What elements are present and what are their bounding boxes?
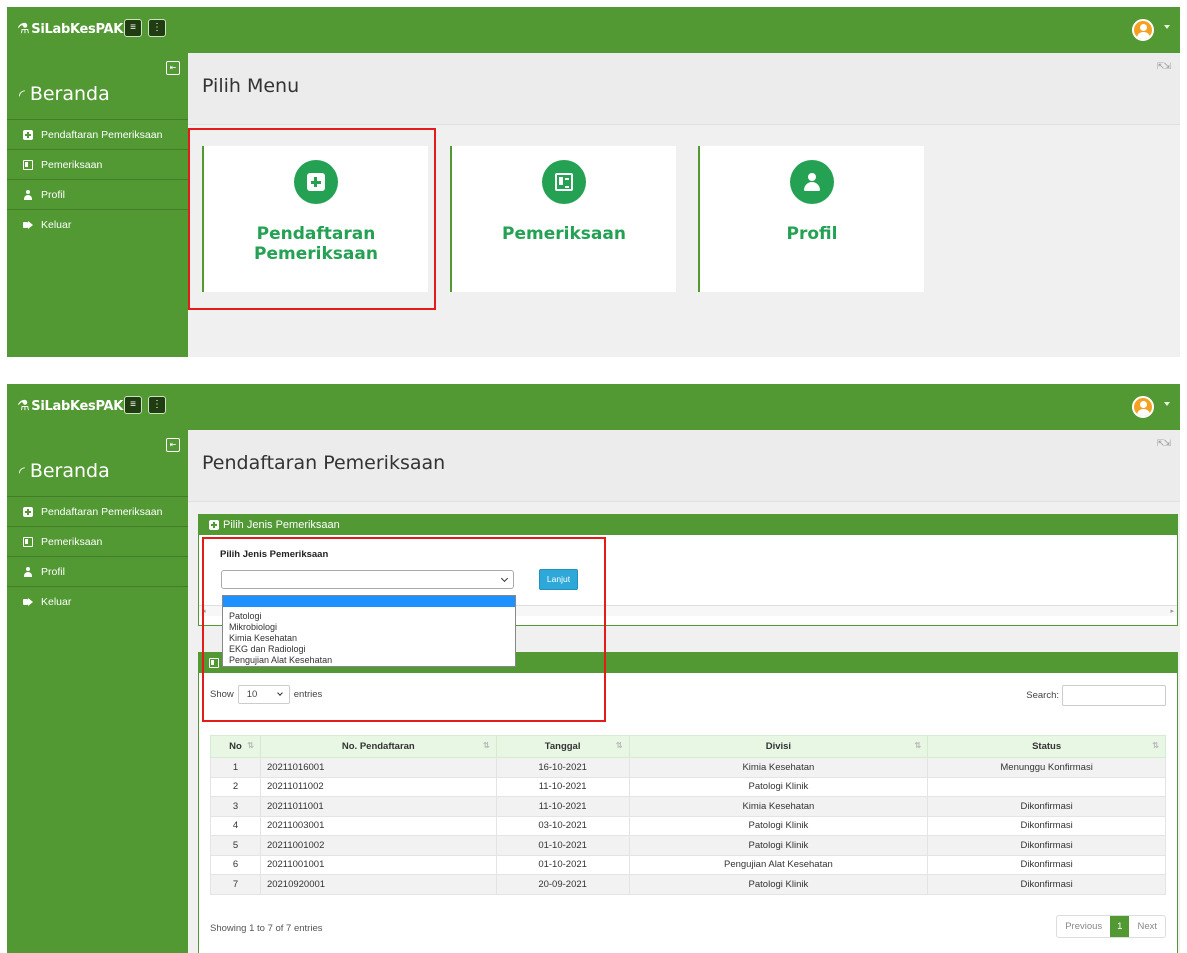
sort-icon: ⇅ <box>483 741 490 750</box>
user-icon <box>23 190 33 200</box>
content-header: Pilih Menu ⇱⇲ <box>188 53 1180 125</box>
tile-label: Profil <box>786 224 838 244</box>
pagination-next[interactable]: Next <box>1129 916 1165 937</box>
table-row[interactable]: 5 20211001002 01-10-2021 Patologi Klinik Dik… <box>210 835 1166 856</box>
column-header-tanggal[interactable]: Tanggal ⇅ <box>495 735 630 758</box>
table-info: Showing 1 to 7 of 7 entries <box>210 923 323 934</box>
dropdown-option-empty[interactable] <box>223 596 515 607</box>
flask-icon: ⚗ <box>17 398 30 414</box>
sign-out-icon <box>23 220 33 230</box>
sidebar-item-keluar[interactable]: Keluar <box>7 586 188 616</box>
column-header-no-pendaftaran[interactable]: No. Pendaftaran ⇅ <box>259 735 497 758</box>
sidebar-item-pendaftaran[interactable]: Pendaftaran Pemeriksaan <box>7 496 188 526</box>
sidebar-menu: Pendaftaran Pemeriksaan Pemeriksaan Prof… <box>7 119 188 239</box>
form-panel-header: Pilih Jenis Pemeriksaan <box>199 515 1177 535</box>
pagination: Previous 1 Next <box>1056 915 1166 938</box>
brand-logo[interactable]: ⚗ SiLabKesPAK <box>17 21 123 37</box>
fullscreen-icon[interactable]: ⇱⇲ <box>1157 61 1171 72</box>
table-row[interactable]: 7 20210920001 20-09-2021 Patologi Klinik Dik… <box>210 874 1166 895</box>
more-options-button[interactable]: ⋮ <box>148 396 166 414</box>
dropdown-option[interactable]: Mikrobiologi <box>223 622 515 633</box>
pagination-previous[interactable]: Previous <box>1057 916 1110 937</box>
dropdown-option[interactable]: EKG dan Radiologi <box>223 644 515 655</box>
page-title: Pendaftaran Pemeriksaan <box>202 452 446 474</box>
menu-toggle-button[interactable]: ≡ <box>124 19 142 37</box>
sidebar-menu: Pendaftaran Pemeriksaan Pemeriksaan Prof… <box>7 496 188 616</box>
page-title: Pilih Menu <box>202 75 300 97</box>
highlight-box <box>188 128 436 310</box>
table-search: Search: <box>1026 685 1166 706</box>
search-input[interactable] <box>1062 685 1166 706</box>
user-icon <box>23 567 33 577</box>
sort-icon: ⇅ <box>914 741 922 750</box>
sidebar-item-profil[interactable]: Profil <box>7 179 188 209</box>
exam-type-dropdown: Patologi Mikrobiologi Kimia Kesehatan EK… <box>222 595 516 667</box>
table-row[interactable]: 4 20211003001 03-10-2021 Patologi Klinik Dik… <box>210 815 1166 836</box>
plus-square-icon <box>209 520 219 530</box>
id-card-icon <box>23 160 33 170</box>
user-icon <box>803 173 821 191</box>
dropdown-option[interactable]: Pengujian Alat Kesehatan <box>223 655 515 666</box>
sidebar: ⇤ ◜ Beranda Pendaftaran Pemeriksaan Pemer… <box>7 53 188 357</box>
dashboard-icon: ◜ <box>19 463 25 481</box>
sidebar: ⇤ ◜ Beranda Pendaftaran Pemeriksaan Pemer… <box>7 430 188 953</box>
sidebar-item-keluar[interactable]: Keluar <box>7 209 188 239</box>
top-navbar: ⚗ SiLabKesPAK ≡ ⋮ <box>7 384 1180 430</box>
table-row[interactable]: 3 20211011001 11-10-2021 Kimia Kesehatan Dik… <box>210 796 1166 817</box>
pagination-page-1[interactable]: 1 <box>1110 916 1130 937</box>
tile-label: Pemeriksaan <box>502 224 626 244</box>
menu-screenshot: ⚗ SiLabKesPAK ≡ ⋮ ⇤ ◜ Beranda Pendaftaran … <box>7 7 1180 357</box>
sidebar-item-pemeriksaan[interactable]: Pemeriksaan <box>7 149 188 179</box>
brand-name: SiLabKesPAK <box>31 22 124 37</box>
column-header-no[interactable]: No ⇅ <box>210 735 261 758</box>
user-avatar-icon[interactable] <box>1132 396 1154 418</box>
more-options-button[interactable]: ⋮ <box>148 19 166 37</box>
sidebar-item-profil[interactable]: Profil <box>7 556 188 586</box>
column-header-divisi[interactable]: Divisi ⇅ <box>628 735 929 758</box>
plus-square-icon <box>23 130 33 140</box>
menu-toggle-button[interactable]: ≡ <box>124 396 142 414</box>
dropdown-option[interactable]: Patologi <box>223 611 515 622</box>
tile-icon-circle <box>542 160 586 204</box>
table-row[interactable]: 2 20211011002 11-10-2021 Patologi Klinik <box>210 776 1166 797</box>
sidebar-collapse-icon[interactable]: ⇤ <box>166 438 180 452</box>
scroll-right-icon[interactable]: ▸ <box>1170 607 1174 615</box>
column-header-status[interactable]: Status ⇅ <box>927 735 1166 758</box>
user-avatar-icon[interactable] <box>1132 19 1154 41</box>
user-menu-caret-icon[interactable] <box>1164 25 1170 29</box>
dropdown-option[interactable]: Kimia Kesehatan <box>223 633 515 644</box>
fullscreen-icon[interactable]: ⇱⇲ <box>1157 438 1171 449</box>
registration-screenshot: ⚗ SiLabKesPAK ≡ ⋮ ⇤ ◜ Beranda Pendaftaran … <box>7 384 1180 953</box>
dashboard-icon: ◜ <box>19 86 25 104</box>
brand-logo[interactable]: ⚗ SiLabKesPAK <box>17 398 123 414</box>
sort-icon: ⇅ <box>1152 741 1159 750</box>
id-card-icon <box>23 537 33 547</box>
id-card-icon <box>555 173 573 191</box>
table-row[interactable]: 1 20211016001 16-10-2021 Kimia Kesehatan Men… <box>210 757 1166 778</box>
sidebar-item-pendaftaran[interactable]: Pendaftaran Pemeriksaan <box>7 119 188 149</box>
sidebar-home[interactable]: ◜ Beranda <box>19 460 110 482</box>
brand-name: SiLabKesPAK <box>31 399 124 414</box>
tile-icon-circle <box>790 160 834 204</box>
sidebar-collapse-icon[interactable]: ⇤ <box>166 61 180 75</box>
sign-out-icon <box>23 597 33 607</box>
tile-pemeriksaan[interactable]: Pemeriksaan <box>450 146 676 292</box>
user-menu-caret-icon[interactable] <box>1164 402 1170 406</box>
tile-profil[interactable]: Profil <box>698 146 924 292</box>
flask-icon: ⚗ <box>17 21 30 37</box>
sort-icon: ⇅ <box>615 741 623 750</box>
sidebar-item-pemeriksaan[interactable]: Pemeriksaan <box>7 526 188 556</box>
table-header-row: No ⇅ No. Pendaftaran ⇅ Tanggal ⇅ Divisi ⇅ St… <box>210 735 1166 758</box>
plus-square-icon <box>23 507 33 517</box>
table-row[interactable]: 6 20211001001 01-10-2021 Pengujian Alat Kes… <box>210 854 1166 875</box>
registration-table: No ⇅ No. Pendaftaran ⇅ Tanggal ⇅ Divisi ⇅ St… <box>210 735 1166 895</box>
sidebar-home[interactable]: ◜ Beranda <box>19 83 110 105</box>
top-navbar: ⚗ SiLabKesPAK ≡ ⋮ <box>7 7 1180 53</box>
content-header: Pendaftaran Pemeriksaan ⇱⇲ <box>188 430 1180 502</box>
sort-icon: ⇅ <box>247 741 254 750</box>
